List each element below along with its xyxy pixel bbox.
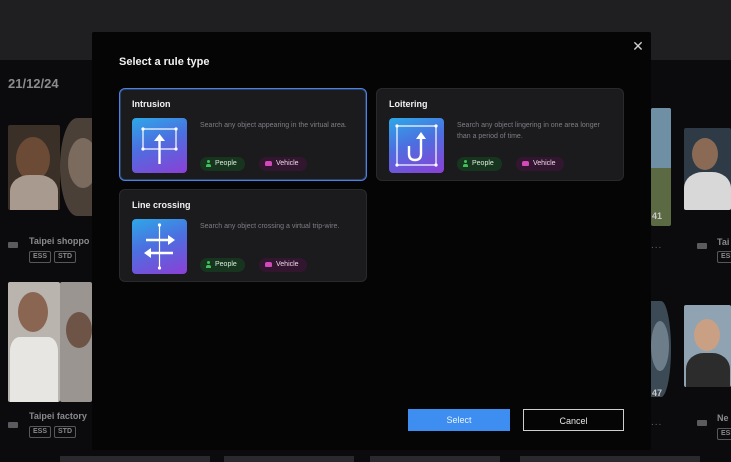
people-badge: People [457,157,502,171]
camera-thumbnail[interactable] [684,128,731,210]
badge-label: People [215,261,237,268]
rule-card-intrusion[interactable]: Intrusion Search any object appearing in… [119,88,367,181]
camera-name: Taipei factory [29,411,87,421]
dialog-title: Select a rule type [119,56,210,68]
camera-thumbnail[interactable] [684,305,731,387]
side-number: 47 [652,388,663,398]
camera-name: Tai [717,237,730,247]
line-crossing-icon [132,219,187,274]
car-icon [265,261,272,267]
camera-thumbnail[interactable] [60,118,94,216]
intrusion-icon [132,118,187,173]
camera-thumbnail[interactable] [651,108,671,226]
camera-icon [8,242,18,248]
close-icon[interactable]: ✕ [631,39,645,53]
tag-badge: STD [54,251,77,263]
rule-card-description: Search any object appearing in the virtu… [200,122,347,129]
camera-name: Ne [717,413,729,423]
car-icon [522,160,529,166]
person-icon [206,159,211,167]
rule-card-loitering[interactable]: Loitering Search any object lingering in… [376,88,624,181]
camera-icon [8,422,18,428]
side-number: 41 [652,211,663,221]
rule-card-title: Loitering [389,99,428,109]
camera-tags: ESS [717,250,731,263]
tag-badge: ESS [29,426,52,438]
vehicle-badge: Vehicle [516,157,564,171]
badge-label: People [215,160,237,167]
people-badge: People [200,258,245,272]
people-badge: People [200,157,245,171]
tag-badge: STD [54,426,77,438]
camera-thumbnail[interactable] [8,125,60,210]
camera-name: Taipei shoppo [29,236,90,246]
loitering-icon [389,118,444,173]
timeline-strip [60,456,210,462]
more-options-icon[interactable]: ... [651,417,662,428]
tag-badge: ESS [717,428,731,440]
camera-tags: ESS STD [29,425,79,438]
badge-label: Vehicle [276,160,299,167]
rule-card-title: Line crossing [132,200,191,210]
select-button[interactable]: Select [408,409,510,431]
timeline-strip [370,456,500,462]
timeline-strip [224,456,354,462]
timeline-strip [520,456,700,462]
person-icon [463,159,468,167]
rule-card-description: Search any object lingering in one area … [457,122,600,140]
camera-thumbnail[interactable] [8,282,60,402]
camera-thumbnail[interactable] [60,282,92,402]
camera-tags: ESS STD [29,250,79,263]
vehicle-badge: Vehicle [259,157,307,171]
person-icon [206,260,211,268]
cancel-button[interactable]: Cancel [523,409,624,431]
camera-tags: ESS [717,427,731,440]
timeline-date: 21/12/24 [8,76,59,91]
camera-thumbnail[interactable] [651,301,671,397]
rule-card-description: Search any object crossing a virtual tri… [200,223,340,230]
tag-badge: ESS [29,251,52,263]
car-icon [265,160,272,166]
badge-label: People [472,160,494,167]
badge-label: Vehicle [533,160,556,167]
rule-card-line-crossing[interactable]: Line crossing Search any object crossing… [119,189,367,282]
more-options-icon[interactable]: ... [651,240,662,251]
vehicle-badge: Vehicle [259,258,307,272]
rule-type-dialog: Select a rule type ✕ Intrusion Search an… [92,32,651,450]
badge-label: Vehicle [276,261,299,268]
rule-card-title: Intrusion [132,99,171,109]
camera-icon [697,243,707,249]
camera-icon [697,420,707,426]
tag-badge: ESS [717,251,731,263]
